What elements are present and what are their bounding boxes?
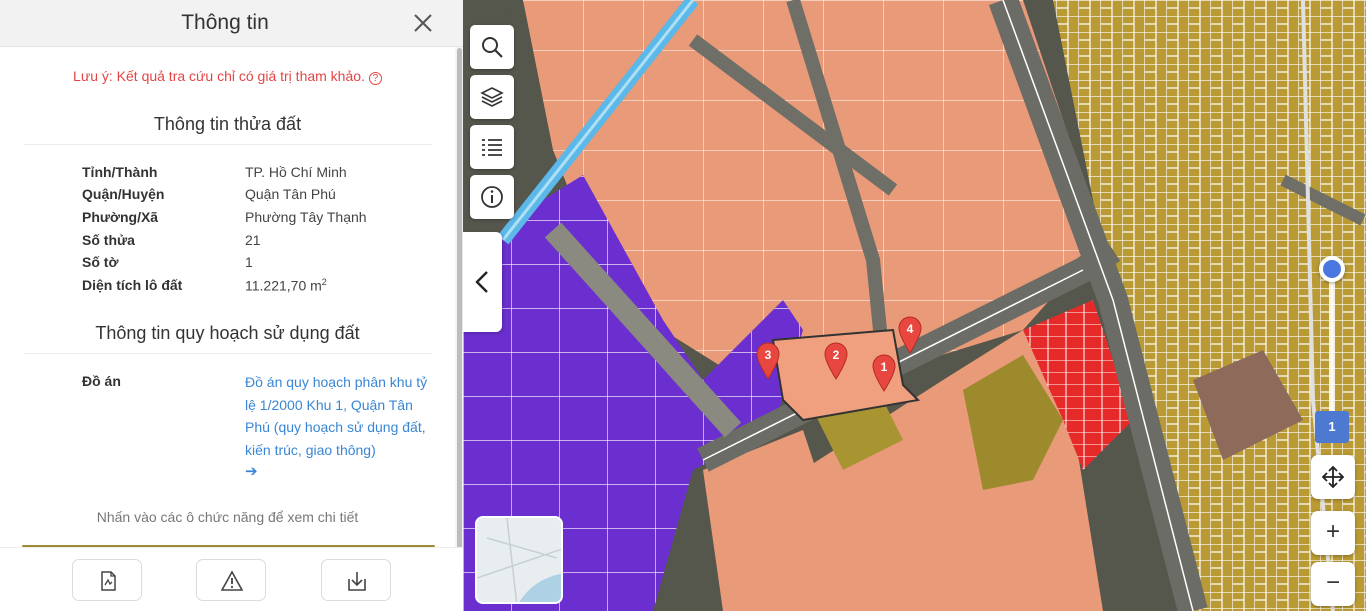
district-value: Quận Tân Phú: [245, 186, 336, 202]
parcel-number-value: 21: [245, 232, 261, 248]
locate-button[interactable]: [1311, 455, 1355, 499]
parcel-number-label: Số thửa: [82, 232, 135, 248]
ward-label: Phường/Xã: [82, 209, 159, 225]
info-panel: Thông tin Lưu ý: Kết quả tra cứu chỉ có …: [0, 0, 463, 611]
marker-label: 4: [906, 322, 914, 336]
close-icon: [414, 14, 432, 32]
marker-label: 1: [880, 360, 888, 374]
document-icon: [101, 571, 116, 591]
panel-header: Thông tin: [0, 0, 463, 47]
planning-section-title: Thông tin quy hoạch sử dụng đất: [95, 323, 360, 343]
disclaimer-warning: Lưu ý: Kết quả tra cứu chỉ có giá trị th…: [0, 68, 455, 85]
parcel-section-title: Thông tin thửa đất: [153, 114, 302, 134]
parcel-marker-1[interactable]: 1: [871, 354, 897, 392]
panel-scrollbar-thumb[interactable]: [457, 48, 462, 548]
legend-list-button[interactable]: [470, 125, 514, 169]
search-icon: [482, 37, 503, 58]
panel-title: Thông tin: [181, 11, 269, 34]
province-label: Tỉnh/Thành: [82, 164, 158, 180]
minimap[interactable]: [475, 516, 563, 604]
marker-label: 3: [764, 348, 772, 362]
report-button[interactable]: [196, 559, 266, 601]
ward-value: Phường Tây Thạnh: [245, 209, 367, 225]
zoom-in-button[interactable]: +: [1311, 511, 1355, 555]
divider: [24, 353, 432, 354]
plan-link[interactable]: Đồ án quy hoạch phân khu tỷ lệ 1/2000 Kh…: [245, 371, 435, 461]
zoom-out-button[interactable]: −: [1311, 562, 1355, 606]
search-button[interactable]: [470, 25, 514, 69]
layer-count-badge[interactable]: 1: [1315, 411, 1349, 443]
parcel-marker-4[interactable]: 4: [897, 316, 923, 354]
area-unit-superscript: 2: [321, 277, 327, 287]
minimap-image: [477, 518, 561, 602]
chevron-left-icon: [475, 271, 488, 293]
layers-icon: [480, 87, 504, 107]
app-root: 1 2 3 4 1 + − Thông tin Lưu ý: Kết quả t…: [0, 0, 1366, 611]
warning-icon: [221, 570, 243, 591]
area-number: 11.221,70 m: [245, 277, 322, 294]
close-button[interactable]: [410, 10, 436, 36]
sheet-number-value: 1: [245, 254, 253, 270]
document-button[interactable]: [72, 559, 142, 601]
move-icon: [1321, 465, 1345, 489]
help-icon[interactable]: ?: [368, 72, 382, 85]
province-value: TP. Hồ Chí Minh: [245, 164, 347, 180]
download-button[interactable]: [321, 559, 391, 601]
area-value: 11.221,70 m2: [245, 277, 327, 294]
parcel-marker-3[interactable]: 3: [755, 342, 781, 380]
collapse-panel-button[interactable]: [463, 232, 502, 332]
map-canvas[interactable]: [463, 0, 1366, 611]
list-icon: [482, 139, 502, 156]
plan-label: Đồ án: [82, 373, 121, 389]
sheet-number-label: Số tờ: [82, 254, 119, 270]
opacity-slider-track[interactable]: [1329, 275, 1335, 415]
plan-arrow-link[interactable]: ➔: [245, 462, 258, 480]
download-icon: [348, 572, 366, 591]
district-label: Quận/Huyện: [82, 186, 165, 202]
info-button[interactable]: [470, 175, 514, 219]
hint-text: Nhấn vào các ô chức năng để xem chi tiết: [96, 509, 359, 525]
parcel-marker-2[interactable]: 2: [823, 342, 849, 380]
map-layers: [463, 0, 1366, 611]
area-label: Diện tích lô đất: [82, 277, 183, 293]
info-icon: [481, 186, 503, 208]
opacity-slider-handle[interactable]: [1319, 256, 1345, 282]
disclaimer-text: Lưu ý: Kết quả tra cứu chỉ có giá trị th…: [73, 68, 365, 84]
marker-label: 2: [832, 348, 840, 362]
divider: [24, 144, 432, 145]
layers-button[interactable]: [470, 75, 514, 119]
